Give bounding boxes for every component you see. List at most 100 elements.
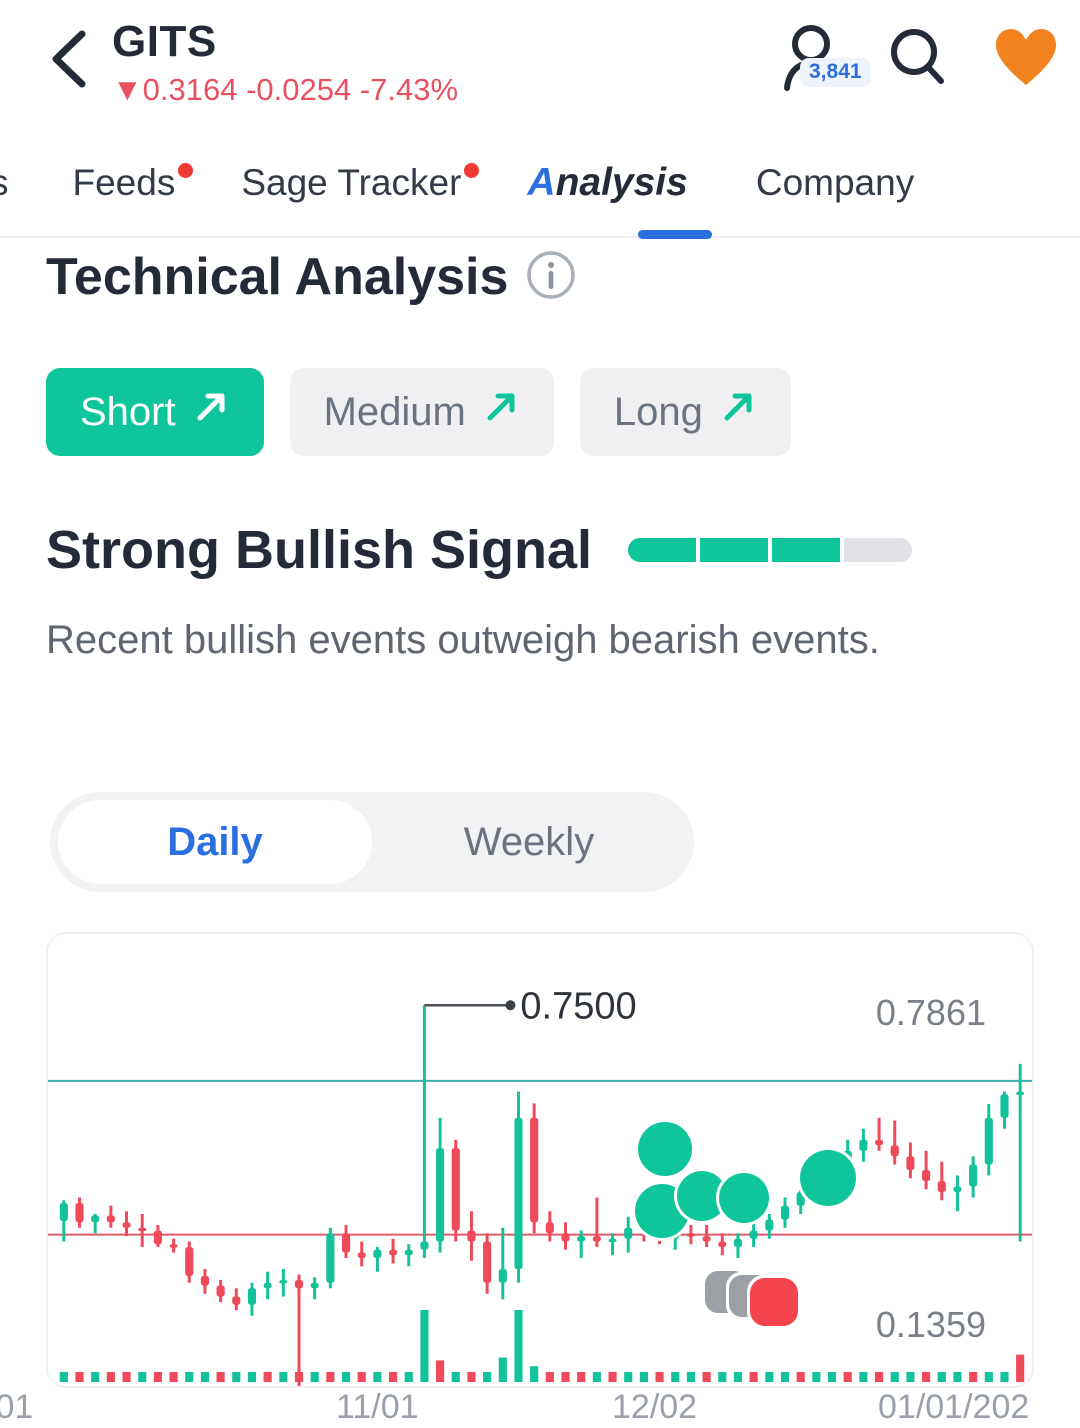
candle-body <box>780 1205 790 1220</box>
candle-body <box>404 1249 413 1256</box>
tab-company[interactable]: Company <box>754 157 916 209</box>
reference-lines <box>48 1079 1032 1236</box>
horizon-label: Long <box>613 389 703 434</box>
price-chart-card[interactable]: 0.75000.1720 0.7861 0.1359 <box>46 932 1034 1388</box>
volume-bar <box>655 1372 664 1382</box>
trend-up-arrow-icon <box>192 388 230 436</box>
candle-body <box>702 1236 711 1242</box>
candle-body <box>122 1222 131 1228</box>
volume-bar <box>671 1372 680 1382</box>
section-tabbar: s Feeds Sage Tracker Analysis Company <box>0 130 1080 239</box>
tab-sage-tracker[interactable]: Sage Tracker <box>239 157 480 209</box>
volume-bar <box>733 1372 743 1382</box>
volume-bar <box>185 1371 194 1382</box>
chart-low-label: 0.1359 <box>875 1304 986 1345</box>
volume-bar <box>859 1372 868 1382</box>
candle-body <box>373 1249 382 1258</box>
volume-bar <box>373 1372 382 1382</box>
follower-button[interactable]: 3,841 <box>778 22 871 99</box>
event-marker-bullish <box>800 1150 856 1206</box>
volume-bar <box>1016 1354 1025 1382</box>
notification-dot-icon <box>464 163 480 178</box>
follower-count-badge: 3,841 <box>800 58 871 87</box>
signal-row: Strong Bullish Signal <box>46 512 913 588</box>
horizon-pill-short[interactable]: Short <box>46 368 264 456</box>
ticker-symbol: GITS <box>112 17 217 66</box>
volume-bar <box>483 1372 492 1382</box>
x-tick-label: 01/01/202 <box>878 1388 1030 1426</box>
volume-bar <box>357 1372 366 1382</box>
volume-bar <box>937 1372 946 1382</box>
candle-body <box>451 1148 460 1231</box>
candle-body <box>279 1280 288 1284</box>
chart-x-axis: /01 11/01 12/02 01/01/202 <box>0 1388 1080 1428</box>
horizon-pill-medium[interactable]: Medium <box>289 368 554 456</box>
candle-body <box>577 1236 586 1242</box>
volume-bar <box>639 1372 648 1382</box>
volume-bar <box>138 1372 147 1382</box>
candle-body <box>859 1139 868 1151</box>
volume-bar <box>59 1371 68 1382</box>
candle-body <box>169 1244 178 1248</box>
candle-body <box>59 1203 68 1221</box>
volume-bar <box>545 1372 554 1382</box>
volume-bar <box>749 1372 758 1382</box>
volume-bar <box>294 1372 304 1382</box>
volume-bar <box>686 1371 696 1382</box>
candle-body <box>874 1139 884 1146</box>
volume-bar <box>843 1371 852 1382</box>
frequency-option-weekly[interactable]: Weekly <box>372 800 686 884</box>
tab-analysis[interactable]: Analysis <box>525 157 689 209</box>
heart-icon <box>994 29 1058 93</box>
volume-bar <box>216 1372 225 1382</box>
volume-bar <box>106 1372 115 1382</box>
volume-bar <box>75 1372 84 1382</box>
volume-bar <box>404 1371 413 1382</box>
tab-label-lead: A <box>527 161 556 204</box>
tab-label: Sage Tracker <box>241 162 462 203</box>
tab-clipped-left[interactable]: s <box>0 157 11 209</box>
candle-body <box>138 1227 147 1232</box>
favorite-button[interactable] <box>994 27 1058 94</box>
section-title-row: Technical Analysis <box>46 244 577 310</box>
strength-segment <box>844 538 913 562</box>
volume-bar <box>232 1372 241 1382</box>
horizon-pill-long[interactable]: Long <box>579 368 791 456</box>
chart-annotations: 0.75000.1720 <box>424 985 637 1027</box>
chart-high-label: 0.7861 <box>875 992 986 1033</box>
volume-bar <box>765 1371 774 1382</box>
volume-bar <box>953 1372 962 1382</box>
volume-bar <box>780 1372 790 1382</box>
candle-body <box>483 1241 492 1283</box>
active-tab-underline <box>638 230 712 239</box>
candle-body <box>247 1288 257 1305</box>
candle-body <box>545 1222 554 1234</box>
volume-bar <box>608 1371 617 1382</box>
candle-body <box>263 1282 272 1289</box>
volume-bar <box>388 1372 398 1382</box>
candle-body <box>969 1164 978 1187</box>
search-icon <box>886 29 948 96</box>
candle-body <box>765 1219 774 1231</box>
volume-bar <box>122 1371 131 1382</box>
candle-body <box>185 1247 194 1276</box>
info-circle-icon[interactable] <box>525 249 577 306</box>
tab-feeds[interactable]: Feeds <box>71 157 194 209</box>
candle-body <box>686 1233 696 1237</box>
frequency-option-daily[interactable]: Daily <box>58 800 372 884</box>
volume-bar <box>592 1372 601 1382</box>
volume-bar <box>702 1372 711 1382</box>
volume-bar <box>153 1372 162 1382</box>
back-button[interactable] <box>46 28 92 90</box>
candle-body <box>498 1269 507 1283</box>
signal-title: Strong Bullish Signal <box>46 520 593 580</box>
tab-label-rest: nalysis <box>555 161 688 204</box>
volume-bar <box>279 1372 288 1382</box>
candle-body <box>467 1230 476 1242</box>
candle-body <box>718 1241 727 1247</box>
search-button[interactable] <box>886 24 948 97</box>
candle-body <box>937 1181 946 1192</box>
volume-bar <box>874 1372 884 1382</box>
volume-bar <box>906 1372 915 1382</box>
volume-bar <box>812 1372 821 1382</box>
